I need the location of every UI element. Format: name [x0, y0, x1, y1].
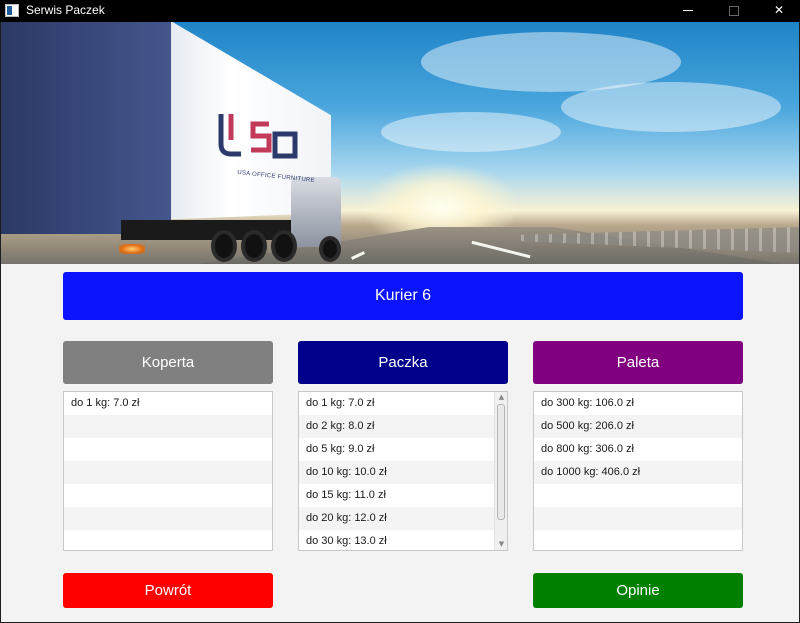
koperta-button[interactable]: Koperta [63, 341, 273, 384]
empty-list-row [64, 507, 272, 530]
courier-button[interactable]: Kurier 6 [63, 272, 743, 320]
close-icon[interactable]: ✕ [756, 0, 800, 22]
paczka-button[interactable]: Paczka [298, 341, 508, 384]
empty-list-row [64, 438, 272, 461]
koperta-price-list[interactable]: do 1 kg: 7.0 zł [63, 391, 273, 551]
list-item[interactable]: do 500 kg: 206.0 zł [534, 415, 742, 438]
list-item[interactable]: do 1 kg: 7.0 zł [299, 392, 494, 415]
scroll-down-icon[interactable]: ▼ [497, 540, 506, 549]
uso-logo [218, 114, 298, 159]
empty-list-row [534, 507, 742, 530]
empty-list-row [64, 530, 272, 550]
truck-banner-image: USA OFFICE FURNITURE [1, 22, 799, 264]
scroll-up-icon[interactable]: ▲ [497, 393, 506, 402]
list-item[interactable]: do 10 kg: 10.0 zł [299, 461, 494, 484]
list-item[interactable]: do 1 kg: 7.0 zł [64, 392, 272, 415]
paleta-price-list[interactable]: do 300 kg: 106.0 zł do 500 kg: 206.0 zł do… [533, 391, 743, 551]
empty-list-row [534, 530, 742, 550]
empty-list-row [64, 461, 272, 484]
list-item[interactable]: do 15 kg: 11.0 zł [299, 484, 494, 507]
empty-list-row [64, 415, 272, 438]
list-item[interactable]: do 30 kg: 13.0 zł [299, 530, 494, 550]
paczka-price-list[interactable]: do 1 kg: 7.0 zł do 2 kg: 8.0 zł do 5 kg: 9… [298, 391, 508, 551]
empty-list-row [534, 484, 742, 507]
maximize-icon[interactable] [711, 0, 757, 22]
list-item[interactable]: do 20 kg: 12.0 zł [299, 507, 494, 530]
app-icon [5, 4, 19, 17]
window-title: Serwis Paczek [26, 3, 105, 17]
list-item[interactable]: do 300 kg: 106.0 zł [534, 392, 742, 415]
list-item[interactable]: do 5 kg: 9.0 zł [299, 438, 494, 461]
title-bar: Serwis Paczek ✕ [0, 0, 800, 22]
list-scrollbar[interactable]: ▲ ▼ [494, 392, 507, 550]
back-button[interactable]: Powrót [63, 573, 273, 608]
scroll-thumb[interactable] [497, 404, 505, 520]
list-item[interactable]: do 1000 kg: 406.0 zł [534, 461, 742, 484]
list-item[interactable]: do 2 kg: 8.0 zł [299, 415, 494, 438]
list-item[interactable]: do 800 kg: 306.0 zł [534, 438, 742, 461]
empty-list-row [64, 484, 272, 507]
minimize-icon[interactable] [665, 0, 711, 22]
paleta-button[interactable]: Paleta [533, 341, 743, 384]
reviews-button[interactable]: Opinie [533, 573, 743, 608]
